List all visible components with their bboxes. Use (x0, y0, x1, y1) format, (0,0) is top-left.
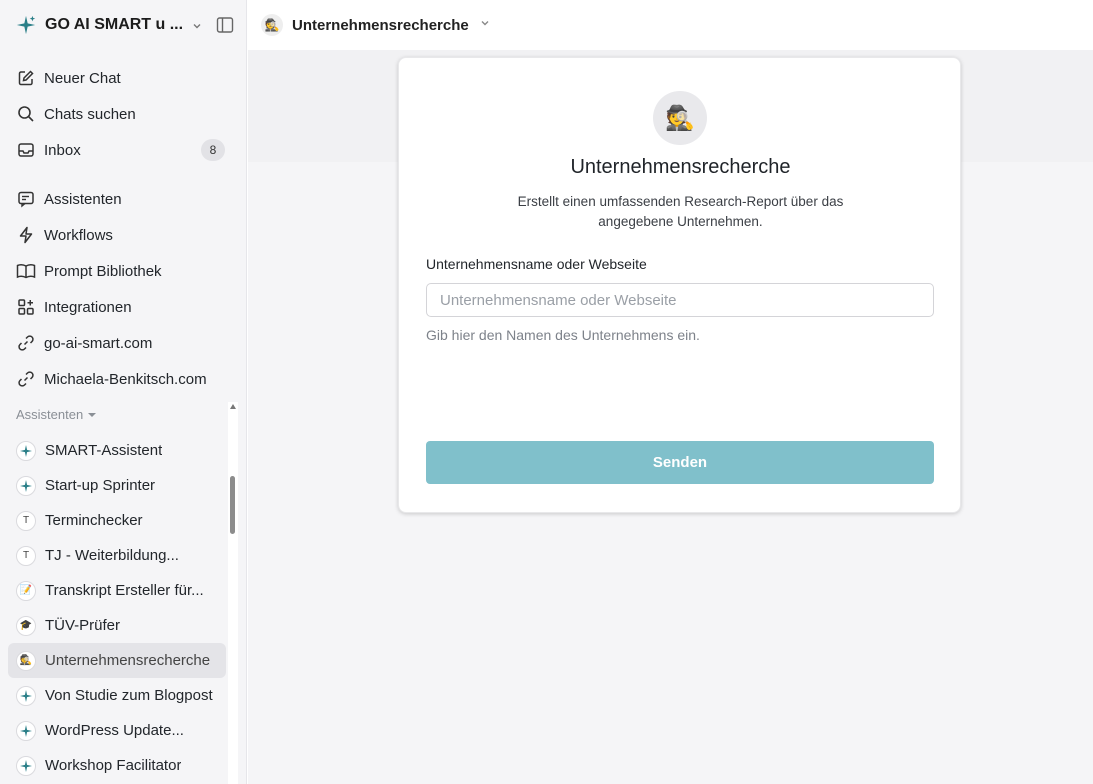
assistant-item[interactable]: T TJ - Weiterbildung... (8, 538, 226, 573)
book-icon (16, 261, 36, 281)
nav-label: Integrationen (44, 298, 132, 316)
assistant-item[interactable]: WordPress Update... (8, 713, 226, 748)
nav-label: Inbox (44, 141, 81, 159)
assistant-item[interactable]: 📝 Transkript Ersteller für... (8, 573, 226, 608)
assistants-list: SMART-Assistent Start-up Sprinter T Term… (8, 433, 226, 783)
nav-search-chats[interactable]: Chats suchen (8, 96, 226, 132)
assistant-label: SMART-Assistent (45, 442, 163, 459)
nav-link-go-ai-smart[interactable]: go-ai-smart.com (8, 325, 226, 361)
assistant-selector[interactable]: Unternehmensrecherche (292, 17, 469, 34)
sparkle-icon (16, 720, 36, 741)
workspace-switcher[interactable]: GO AI SMART u ... (10, 8, 238, 42)
sidebar-toggle-icon[interactable] (216, 16, 234, 34)
assistants-icon (16, 189, 36, 209)
assistant-label: TJ - Weiterbildung... (45, 547, 179, 564)
assistant-item[interactable]: 🎓 TÜV-Prüfer (8, 608, 226, 643)
lightning-icon (16, 225, 36, 245)
scrollbar-thumb[interactable] (230, 476, 235, 534)
link-icon (16, 333, 36, 353)
detective-icon: 🕵️ (16, 650, 36, 671)
nav-label: Michaela-Benkitsch.com (44, 370, 207, 388)
primary-nav: Neuer Chat Chats suchen Inbox 8 (8, 60, 226, 168)
nav-label: Workflows (44, 226, 113, 244)
nav-label: Chats suchen (44, 105, 136, 123)
assistant-item[interactable]: SMART-Assistent (8, 433, 226, 468)
nav-integrations[interactable]: Integrationen (8, 289, 226, 325)
caret-down-icon (88, 412, 97, 417)
sidebar-scrollbar[interactable] (228, 402, 238, 784)
chevron-down-icon[interactable] (479, 16, 491, 34)
assistant-label: Workshop Facilitator (45, 757, 182, 774)
sparkle-icon (16, 755, 36, 776)
assistant-label: TÜV-Prüfer (45, 617, 121, 634)
section-label: Assistenten (16, 407, 84, 422)
assistant-item-active[interactable]: 🕵️ Unternehmensrecherche (8, 643, 226, 678)
nav-new-chat[interactable]: Neuer Chat (8, 60, 226, 96)
nav-label: Neuer Chat (44, 69, 121, 87)
assistant-label: Start-up Sprinter (45, 477, 156, 494)
assistant-label: WordPress Update... (45, 722, 184, 739)
send-button[interactable]: Senden (426, 441, 934, 484)
sparkle-icon (14, 13, 38, 37)
sparkle-icon (16, 685, 36, 706)
graduation-cap-icon: 🎓 (16, 615, 36, 636)
edit-icon (16, 68, 36, 88)
letter-avatar: T (16, 510, 36, 531)
assistant-description: Erstellt einen umfassenden Research-Repo… (517, 194, 844, 229)
detective-icon: 🕵️ (261, 14, 283, 36)
assistants-section-toggle[interactable]: Assistenten (16, 407, 97, 422)
letter-avatar: T (16, 545, 36, 566)
assistant-label: Von Studie zum Blogpost (45, 687, 213, 704)
detective-icon: 🕵️ (653, 91, 707, 145)
search-icon (16, 104, 36, 124)
grid-icon (16, 297, 36, 317)
nav-workflows[interactable]: Workflows (8, 217, 226, 253)
assistant-item[interactable]: Start-up Sprinter (8, 468, 226, 503)
assistant-item[interactable]: T Terminchecker (8, 503, 226, 538)
assistant-label: Transkript Ersteller für... (45, 582, 204, 599)
chat-header: 🕵️ Unternehmensrecherche (248, 0, 1093, 50)
secondary-nav: Assistenten Workflows Prompt Bibliothek … (8, 181, 226, 397)
nav-assistants[interactable]: Assistenten (8, 181, 226, 217)
nav-label: go-ai-smart.com (44, 334, 153, 352)
assistant-label: Terminchecker (45, 512, 143, 529)
company-field-hint: Gib hier den Namen des Unternehmens ein. (426, 327, 700, 343)
nav-link-michaela-benkitsch[interactable]: Michaela-Benkitsch.com (8, 361, 226, 397)
sparkle-icon (16, 440, 36, 461)
inbox-icon (16, 140, 36, 160)
assistant-title: Unternehmensrecherche (570, 156, 791, 178)
assistant-form-card: 🕵️ Unternehmensrecherche Erstellt einen … (398, 57, 961, 513)
link-icon (16, 369, 36, 389)
company-input[interactable] (426, 283, 934, 317)
nav-label: Prompt Bibliothek (44, 262, 162, 280)
chevron-down-icon (191, 19, 203, 31)
assistant-item[interactable]: Von Studie zum Blogpost (8, 678, 226, 713)
memo-icon: 📝 (16, 580, 36, 601)
assistant-item[interactable]: Workshop Facilitator (8, 748, 226, 783)
nav-inbox[interactable]: Inbox 8 (8, 132, 226, 168)
inbox-count-badge: 8 (201, 139, 225, 161)
workspace-name: GO AI SMART u ... (45, 16, 184, 33)
sidebar: GO AI SMART u ... Neuer Chat Chats suche… (0, 0, 247, 784)
assistant-label: Unternehmensrecherche (45, 652, 211, 669)
company-field-label: Unternehmensname oder Webseite (426, 256, 647, 272)
nav-prompt-library[interactable]: Prompt Bibliothek (8, 253, 226, 289)
sparkle-icon (16, 475, 36, 496)
nav-label: Assistenten (44, 190, 122, 208)
scroll-up-arrow-icon[interactable] (230, 404, 236, 409)
